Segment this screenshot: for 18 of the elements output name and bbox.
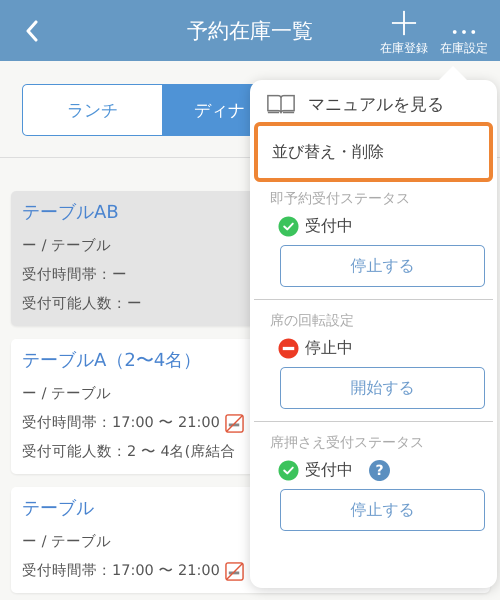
table-detail: ー / テーブル xyxy=(22,385,112,404)
status-text: 停止中 xyxy=(305,338,353,359)
table-detail: ー / テーブル xyxy=(22,533,112,552)
section-heading: 席押さえ受付ステータス xyxy=(270,434,425,453)
status-text: 受付中 xyxy=(305,460,353,481)
table-detail: 受付時間帯：ー xyxy=(22,266,127,285)
table-detail: 受付可能人数：2 〜 4名(席結合 xyxy=(22,442,236,462)
table-detail: 受付可能人数：ー xyxy=(22,295,142,314)
table-name: テーブル xyxy=(22,497,94,521)
section-heading: 席の回転設定 xyxy=(270,312,355,331)
table-detail: ー / テーブル xyxy=(22,237,112,256)
page-title: 予約在庫一覧 xyxy=(186,18,314,45)
table-name: テーブルAB xyxy=(22,201,119,225)
table-detail: 受付時間帯：17:00 〜 21:00 xyxy=(22,562,220,581)
section-heading: 即予約受付ステータス xyxy=(270,190,411,209)
status-text: 受付中 xyxy=(305,216,353,237)
table-detail: 受付時間帯：17:00 〜 21:00 xyxy=(22,414,220,433)
table-name: テーブルA（2〜4名） xyxy=(22,349,202,373)
